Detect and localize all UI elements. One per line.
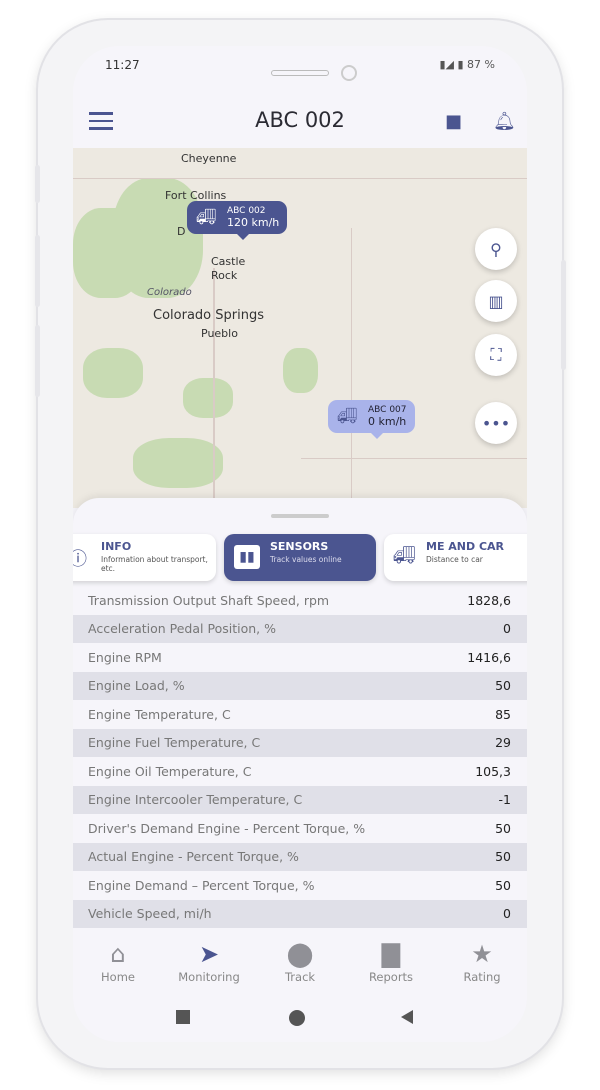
sensor-name: Actual Engine - Percent Torque, % — [88, 849, 299, 865]
folder-icon[interactable]: ■ — [445, 111, 462, 132]
map-label: Cheyenne — [181, 152, 237, 165]
side-button — [35, 325, 40, 397]
tab-me-and-car[interactable]: 🚚︎ ME AND CAR Distance to car — [384, 534, 527, 581]
screen: 11:27 ▮◢ ▮ 87 % ABC 002 ■ 🔔︎ Cheyenne Fo… — [73, 46, 527, 1042]
sensor-value: -1 — [498, 792, 511, 808]
nav-track[interactable]: ⬤ Track — [255, 940, 345, 984]
nav-rating[interactable]: ★ Rating — [437, 940, 527, 984]
side-button — [35, 165, 40, 203]
more-icon: ••• — [481, 413, 511, 433]
truck-icon: 🚚︎ — [337, 406, 358, 425]
home-icon: ⌂ — [110, 940, 126, 968]
focus-icon: ⛶ — [490, 345, 502, 364]
sensor-name: Engine Intercooler Temperature, C — [88, 792, 303, 808]
bar-chart-icon: ▮▮ — [234, 545, 260, 569]
sensor-row: Vehicle Speed, mi/h 0 — [73, 899, 527, 928]
battery-level: 87 % — [467, 58, 495, 71]
sensor-name: Engine Load, % — [88, 678, 185, 694]
sensor-name: Vehicle Speed, mi/h — [88, 906, 212, 922]
info-icon: ⓘ — [73, 549, 87, 570]
focus-button[interactable]: ⛶ — [475, 334, 517, 376]
nav-monitoring[interactable]: ➤ Monitoring — [164, 940, 254, 984]
report-icon: ▇ — [381, 940, 401, 968]
sensor-row: Engine Temperature, C 85 — [73, 700, 527, 729]
sensor-name: Engine Demand – Percent Torque, % — [88, 877, 315, 893]
navigation-arrow-icon: ➤ — [198, 940, 220, 968]
vehicle-marker-abc-002[interactable]: 🚚︎ ABC 002 120 km/h — [187, 201, 288, 240]
status-bar: 11:27 ▮◢ ▮ 87 % — [73, 58, 527, 81]
map-layers-button[interactable]: ▥ — [475, 280, 517, 322]
sensor-name: Acceleration Pedal Position, % — [88, 621, 276, 637]
sensor-row: Acceleration Pedal Position, % 0 — [73, 614, 527, 643]
map-label: Pueblo — [201, 327, 238, 340]
truck-icon: 🚚︎ — [196, 207, 217, 226]
sensor-row: Engine Intercooler Temperature, C -1 — [73, 785, 527, 814]
tab-info[interactable]: ⓘ INFO Information about transport, etc. — [73, 534, 216, 581]
sensor-value: 50 — [495, 849, 511, 865]
sensor-name: Engine Fuel Temperature, C — [88, 735, 261, 751]
side-button — [561, 260, 566, 370]
recents-button[interactable] — [176, 1010, 190, 1024]
sensor-list: Transmission Output Shaft Speed, rpm 1828… — [73, 586, 527, 928]
sensor-name: Engine Oil Temperature, C — [88, 763, 252, 779]
sensor-row: Engine Fuel Temperature, C 29 — [73, 728, 527, 757]
bell-icon[interactable]: 🔔︎ — [493, 111, 516, 132]
nav-home[interactable]: ⌂ Home — [73, 940, 163, 984]
sensor-name: Transmission Output Shaft Speed, rpm — [88, 592, 330, 608]
map-label: Castle — [211, 255, 246, 268]
search-button[interactable]: ⚲ — [475, 228, 517, 270]
star-icon: ★ — [471, 940, 493, 968]
map[interactable]: Cheyenne Fort Collins D Castle Rock Colo… — [73, 148, 527, 508]
sensor-name: Engine RPM — [88, 649, 162, 665]
signal-icon: ▮◢ ▮ — [439, 58, 464, 71]
search-icon: ⚲ — [490, 239, 502, 259]
back-button[interactable] — [401, 1010, 413, 1024]
status-icons: ▮◢ ▮ 87 % — [439, 58, 495, 71]
drag-handle[interactable] — [271, 514, 329, 518]
sensor-value: 1828,6 — [467, 592, 511, 608]
sensor-row: Driver's Demand Engine - Percent Torque,… — [73, 814, 527, 843]
home-system-button[interactable] — [289, 1010, 305, 1026]
sensor-value: 1416,6 — [467, 649, 511, 665]
map-label: D — [177, 225, 186, 238]
sensor-value: 0 — [503, 621, 511, 637]
map-label: Rock — [211, 269, 238, 282]
sensor-row: Engine Oil Temperature, C 105,3 — [73, 757, 527, 786]
sensor-row: Engine Load, % 50 — [73, 671, 527, 700]
status-time: 11:27 — [105, 58, 140, 72]
location-pin-icon: ⬤ — [286, 940, 314, 968]
sensor-name: Engine Temperature, C — [88, 706, 231, 722]
speaker — [271, 70, 329, 76]
nav-reports[interactable]: ▇ Reports — [346, 940, 436, 984]
sensor-row: Actual Engine - Percent Torque, % 50 — [73, 842, 527, 871]
sensor-value: 50 — [495, 678, 511, 694]
more-button[interactable]: ••• — [475, 402, 517, 444]
sensor-row: Engine RPM 1416,6 — [73, 643, 527, 672]
sensor-value: 50 — [495, 877, 511, 893]
app-header: ABC 002 ■ 🔔︎ — [73, 98, 527, 144]
sensor-value: 105,3 — [475, 763, 511, 779]
map-icon: ▥ — [488, 291, 504, 311]
side-button — [35, 235, 40, 307]
sensor-value: 29 — [495, 735, 511, 751]
map-label: Colorado Springs — [153, 308, 264, 323]
sensor-value: 0 — [503, 906, 511, 922]
sensor-value: 50 — [495, 820, 511, 836]
map-label: Colorado — [147, 287, 192, 298]
sensor-row: Transmission Output Shaft Speed, rpm 1828… — [73, 586, 527, 615]
truck-icon: 🚚︎ — [392, 545, 416, 566]
sensor-value: 85 — [495, 706, 511, 722]
sensor-name: Driver's Demand Engine - Percent Torque,… — [88, 820, 366, 836]
sensor-row: Engine Demand – Percent Torque, % 50 — [73, 871, 527, 900]
vehicle-marker-abc-007[interactable]: 🚚︎ ABC 007 0 km/h — [328, 400, 415, 439]
bottom-navigation: ⌂ Home ➤ Monitoring ⬤ Track ▇ Reports ★ Ratin… — [73, 930, 527, 1042]
camera — [341, 65, 357, 81]
tab-sensors[interactable]: ▮▮ SENSORS Track values online — [224, 534, 376, 581]
